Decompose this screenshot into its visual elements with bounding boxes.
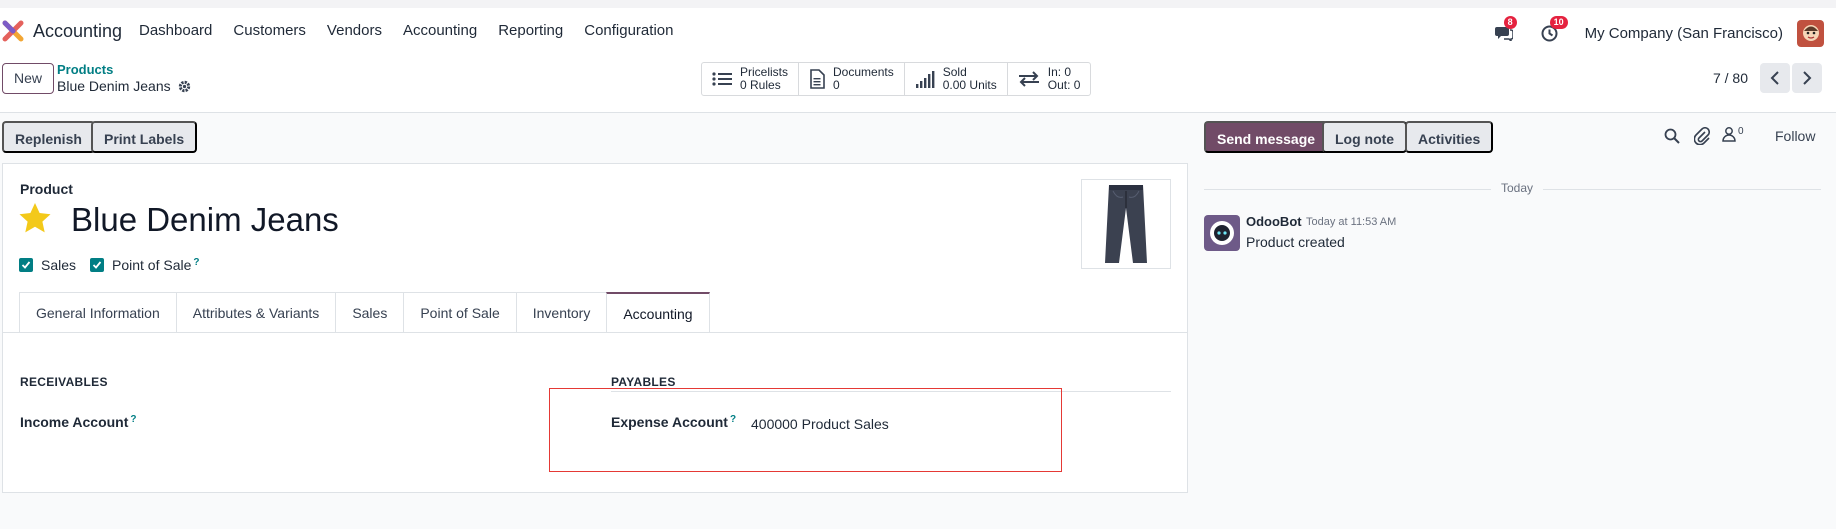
new-button[interactable]: New xyxy=(2,63,55,94)
document-icon xyxy=(810,69,825,89)
user-face-icon xyxy=(1802,25,1819,41)
message-time: Today at 11:53 AM xyxy=(1306,216,1397,228)
menu-configuration[interactable]: Configuration xyxy=(584,22,673,39)
pager-value[interactable]: 7 / 80 xyxy=(1713,70,1748,86)
breadcrumb-current: Blue Denim Jeans xyxy=(57,78,191,94)
navbar-systray: 8 10 My Company (San Francisco) xyxy=(1493,16,1836,48)
transfer-arrows-icon xyxy=(1018,71,1039,87)
activities-button[interactable]: Activities xyxy=(1405,121,1494,153)
tab-attributes-variants[interactable]: Attributes & Variants xyxy=(175,292,336,332)
breadcrumb-current-label: Blue Denim Jeans xyxy=(57,78,171,94)
followers-count: 0 xyxy=(1738,126,1744,137)
messages-button[interactable]: 8 xyxy=(1493,16,1517,44)
menu-customers[interactable]: Customers xyxy=(233,22,306,39)
tab-general-information[interactable]: General Information xyxy=(19,292,176,332)
gear-icon[interactable] xyxy=(178,80,191,93)
message-author[interactable]: OdooBot xyxy=(1246,214,1302,229)
tabs-divider xyxy=(3,332,1187,333)
pager-next-button[interactable] xyxy=(1792,63,1822,93)
list-icon xyxy=(712,72,732,86)
documents-label: Documents xyxy=(833,65,894,79)
help-tooltip-icon[interactable]: ? xyxy=(193,257,199,268)
sales-checkbox-label: Sales xyxy=(41,257,77,273)
help-tooltip-icon[interactable]: ? xyxy=(130,414,136,425)
paperclip-icon xyxy=(1693,126,1711,146)
product-image[interactable] xyxy=(1081,179,1171,269)
tab-sales[interactable]: Sales xyxy=(335,292,404,332)
odoobot-avatar[interactable] xyxy=(1204,215,1240,251)
out-label: Out: 0 xyxy=(1047,78,1081,92)
tab-point-of-sale[interactable]: Point of Sale xyxy=(403,292,516,332)
chevron-left-icon xyxy=(1770,71,1779,85)
sales-checkbox[interactable]: Sales xyxy=(19,257,76,273)
product-label: Product xyxy=(20,181,73,197)
menu-vendors[interactable]: Vendors xyxy=(327,22,382,39)
control-panel: New Products Blue Denim Jeans Pricelists… xyxy=(0,61,1836,113)
checkbox-checked-icon xyxy=(90,258,104,272)
date-separator-label: Today xyxy=(1491,181,1544,195)
documents-value: 0 xyxy=(833,78,840,92)
search-icon xyxy=(1664,128,1680,144)
attachments-button[interactable] xyxy=(1693,126,1711,149)
highlight-annotation-box xyxy=(549,388,1062,472)
user-outline-icon xyxy=(1722,127,1736,142)
menu-accounting[interactable]: Accounting xyxy=(403,22,477,39)
form-tabs: General Information Attributes & Variant… xyxy=(19,292,710,332)
tab-accounting[interactable]: Accounting xyxy=(606,292,710,332)
smart-buttons: Pricelists 0 Rules Documents 0 Sold 0.00 Un… xyxy=(701,62,1092,96)
send-message-button[interactable]: Send message xyxy=(1204,121,1329,153)
user-avatar[interactable] xyxy=(1797,19,1824,47)
payables-title: PAYABLES xyxy=(611,375,676,389)
point-of-sale-checkbox[interactable]: Point of Sale? xyxy=(90,257,200,273)
followers-button[interactable]: 0 xyxy=(1722,126,1744,142)
point-of-sale-checkbox-label: Point of Sale? xyxy=(112,257,200,273)
print-labels-button[interactable]: Print Labels xyxy=(91,121,198,153)
checkbox-checked-icon xyxy=(19,258,33,272)
menu-reporting[interactable]: Reporting xyxy=(498,22,563,39)
activities-badge: 10 xyxy=(1549,16,1568,29)
sold-value: 0.00 Units xyxy=(942,78,997,92)
income-account-label: Income Account? xyxy=(20,414,137,430)
company-switcher[interactable]: My Company (San Francisco) xyxy=(1585,25,1783,42)
robot-icon xyxy=(1210,221,1234,245)
receivables-title: RECEIVABLES xyxy=(20,375,108,389)
pricelists-value: 0 Rules xyxy=(740,78,781,92)
follow-button[interactable]: Follow xyxy=(1775,128,1815,144)
search-messages-button[interactable] xyxy=(1664,128,1680,148)
replenish-button[interactable]: Replenish xyxy=(2,121,95,153)
menu-dashboard[interactable]: Dashboard xyxy=(139,22,212,39)
breadcrumb-products[interactable]: Products xyxy=(57,62,113,77)
app-name[interactable]: Accounting xyxy=(33,21,122,42)
smart-button-pricelists[interactable]: Pricelists 0 Rules xyxy=(702,63,800,95)
smart-button-documents[interactable]: Documents 0 xyxy=(799,63,905,95)
top-navbar: Accounting Dashboard Customers Vendors A… xyxy=(0,0,1836,61)
date-separator: Today xyxy=(1204,181,1821,195)
smart-button-sold[interactable]: Sold 0.00 Units xyxy=(905,63,1008,95)
app-logo-icon[interactable] xyxy=(2,20,24,42)
chevron-right-icon xyxy=(1803,71,1812,85)
product-name[interactable]: Blue Denim Jeans xyxy=(71,201,339,239)
activities-button[interactable]: 10 xyxy=(1539,16,1568,44)
main-menu: Dashboard Customers Vendors Accounting R… xyxy=(139,22,694,39)
tab-inventory[interactable]: Inventory xyxy=(515,292,607,332)
message-body: Product created xyxy=(1246,234,1345,250)
bar-chart-icon xyxy=(915,71,935,88)
messages-badge: 8 xyxy=(1503,16,1517,29)
favorite-star-icon[interactable] xyxy=(18,201,52,235)
pager-previous-button[interactable] xyxy=(1760,63,1790,93)
jeans-image xyxy=(1105,185,1147,263)
smart-button-in-out[interactable]: In: 0 Out: 0 xyxy=(1008,63,1091,95)
log-note-button[interactable]: Log note xyxy=(1322,121,1408,153)
